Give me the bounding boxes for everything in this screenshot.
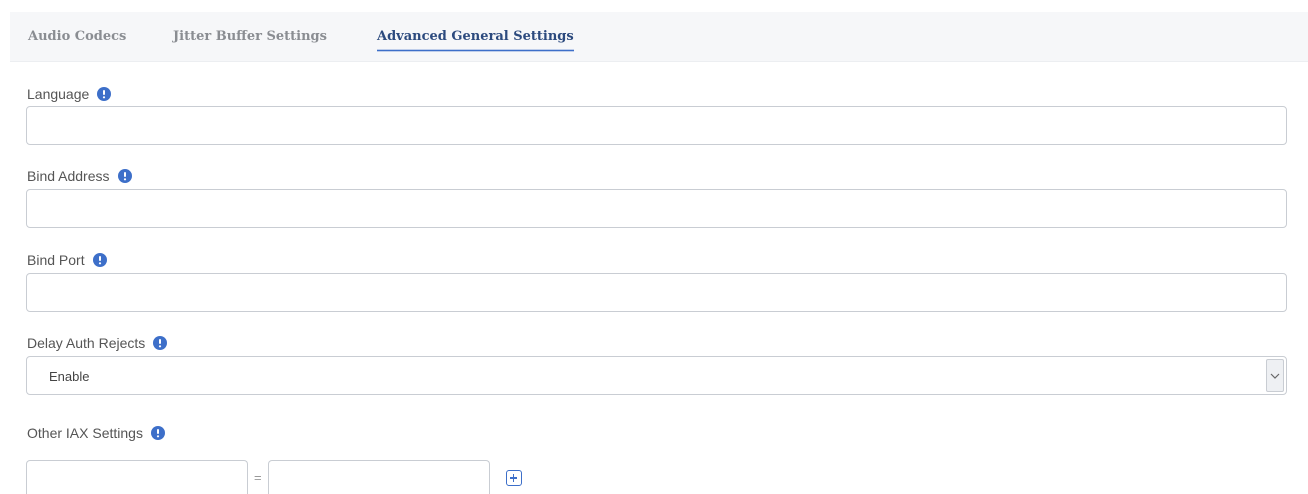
tab-audio-codecs[interactable]: Audio Codecs bbox=[28, 12, 126, 62]
language-label: Language bbox=[27, 86, 90, 102]
equals-separator: = bbox=[254, 470, 262, 485]
bind-address-input[interactable] bbox=[26, 189, 1287, 228]
language-field-group: Language bbox=[27, 86, 112, 102]
info-icon[interactable] bbox=[117, 169, 132, 183]
delay-auth-rejects-value: Enable bbox=[49, 369, 90, 384]
info-icon[interactable] bbox=[150, 426, 165, 440]
dropdown-button[interactable] bbox=[1266, 359, 1284, 392]
delay-auth-rejects-field-group: Delay Auth Rejects bbox=[27, 335, 168, 351]
info-icon[interactable] bbox=[153, 336, 168, 350]
bind-port-field-group: Bind Port bbox=[27, 252, 107, 268]
bind-address-label: Bind Address bbox=[27, 168, 110, 184]
bind-address-field-group: Bind Address bbox=[27, 168, 132, 184]
bind-port-label: Bind Port bbox=[27, 252, 85, 268]
bind-port-input[interactable] bbox=[26, 273, 1287, 312]
tab-bar: Audio Codecs Jitter Buffer Settings Adva… bbox=[10, 12, 1308, 62]
info-icon[interactable] bbox=[92, 253, 107, 267]
delay-auth-rejects-select[interactable]: Enable bbox=[26, 356, 1287, 395]
delay-auth-rejects-label: Delay Auth Rejects bbox=[27, 335, 146, 351]
add-setting-button[interactable] bbox=[506, 470, 522, 486]
chevron-down-icon bbox=[1270, 373, 1280, 379]
tab-jitter-buffer-settings[interactable]: Jitter Buffer Settings bbox=[173, 12, 327, 62]
iax-setting-value-input[interactable] bbox=[268, 460, 490, 494]
other-iax-settings-label: Other IAX Settings bbox=[27, 425, 143, 441]
iax-setting-key-input[interactable] bbox=[26, 460, 248, 494]
other-iax-settings-field-group: Other IAX Settings bbox=[27, 425, 165, 441]
info-icon[interactable] bbox=[97, 87, 112, 101]
language-input[interactable] bbox=[26, 106, 1287, 145]
tab-advanced-general-settings[interactable]: Advanced General Settings bbox=[377, 12, 574, 62]
